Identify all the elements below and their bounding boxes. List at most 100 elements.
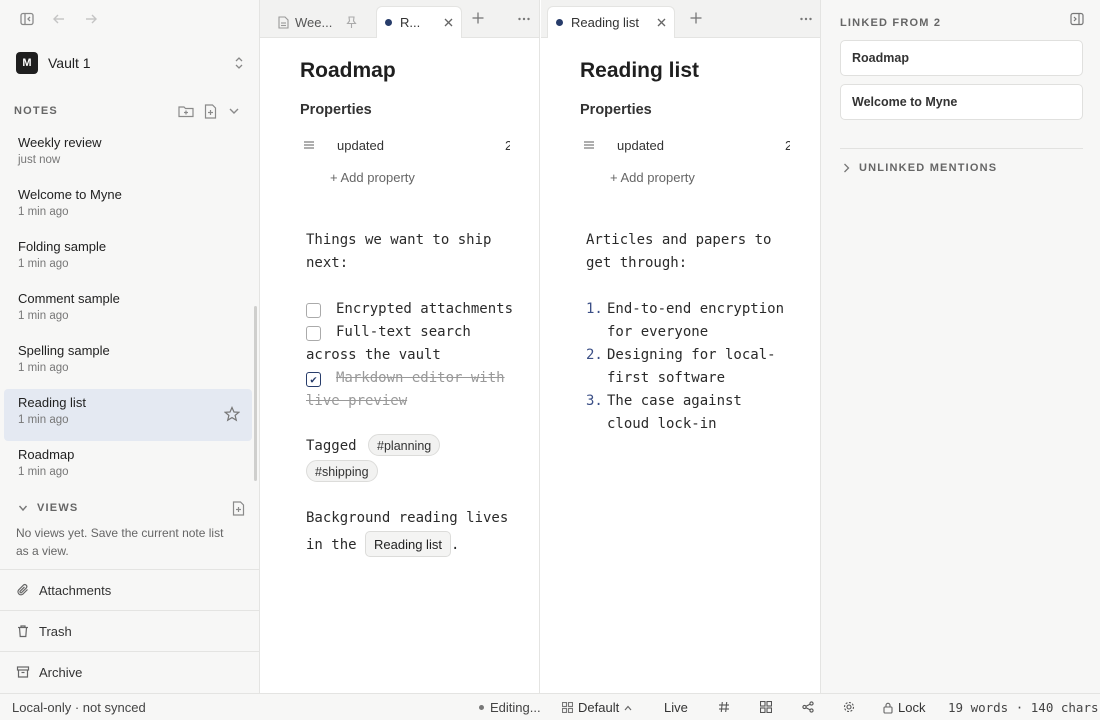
task-text: Markdown editor with live preview [306,370,505,409]
tag-chip-shipping[interactable]: #shipping [306,460,378,482]
back-arrow-icon[interactable] [48,9,70,29]
new-tab-plus-icon[interactable] [472,12,484,24]
chevron-down-icon[interactable] [226,103,242,119]
tab-reading-list[interactable]: Reading list [547,6,675,38]
grid-view-icon[interactable] [760,701,772,713]
new-note-icon[interactable] [202,103,218,119]
new-view-icon[interactable] [230,500,246,516]
views-actions [230,500,246,516]
new-tab-plus-icon[interactable] [690,12,702,24]
gear-icon[interactable] [843,701,855,713]
attachments-label: Attachments [39,582,112,598]
property-key: updated [337,137,384,153]
intro-paragraph: Articles and papers to get through: [586,232,772,271]
task-checkbox[interactable] [306,303,321,318]
note-title: Roadmap [18,447,75,462]
star-icon[interactable] [224,406,240,422]
note-meta: 1 min ago [18,466,69,478]
editor-pane-reading-list: Reading list Reading list Properties upd… [541,0,820,693]
list-item: 2. Designing for local-first software [586,344,791,390]
toggle-sidebar-icon[interactable] [16,9,38,29]
backlinks-panel: LINKED FROM 2 Roadmap Welcome to Myne UN… [820,0,1100,693]
lock-button[interactable]: Lock [883,700,925,715]
note-item-folding-sample[interactable]: Folding sample 1 min ago [4,233,252,285]
note-meta: 1 min ago [18,206,69,218]
notes-section-header: NOTES [14,100,246,122]
property-key: updated [617,137,664,153]
property-row-updated[interactable]: updated 2 [300,134,510,156]
note-item-weekly-review[interactable]: Weekly review just now [4,129,252,181]
tab-label: Reading list [571,15,639,30]
more-options-icon[interactable] [518,17,530,21]
properties-heading[interactable]: Properties [580,102,652,118]
outro-paragraph: Background reading lives in the Reading … [306,505,521,558]
tab-weekly-review[interactable]: Wee... [270,6,365,38]
list-number: 2. [586,347,603,363]
wikilink-reading-list[interactable]: Reading list [365,531,451,557]
sync-status: Local-only · not synced [12,700,146,715]
task-text: Full-text search across the vault [306,324,471,363]
tab-label: R... [400,15,421,30]
drag-handle-icon[interactable] [304,141,322,149]
properties-heading[interactable]: Properties [300,102,372,118]
note-body[interactable]: Things we want to ship next: Encrypted a… [306,229,521,558]
note-list-scrollbar[interactable] [254,306,257,481]
note-item-welcome[interactable]: Welcome to Myne 1 min ago [4,181,252,233]
forward-arrow-icon[interactable] [80,9,102,29]
unlinked-mentions-toggle[interactable]: UNLINKED MENTIONS [843,162,997,174]
note-item-roadmap[interactable]: Roadmap 1 min ago [4,441,252,493]
close-icon[interactable] [444,18,453,27]
notes-actions [178,103,242,119]
more-options-icon[interactable] [800,17,812,21]
attachments-link[interactable]: Attachments [0,569,259,610]
drag-handle-icon[interactable] [584,141,602,149]
paperclip-icon [16,583,30,597]
task-checkbox-checked[interactable]: ✔ [306,372,321,387]
trash-label: Trash [39,623,72,639]
add-property-button[interactable]: + Add property [610,170,695,185]
note-body[interactable]: Articles and papers to get through: 1. E… [586,229,791,436]
lock-icon [883,702,893,714]
note-item-spelling-sample[interactable]: Spelling sample 1 min ago [4,337,252,389]
hashtag-icon[interactable] [718,701,730,713]
note-title-heading[interactable]: Reading list [580,59,699,83]
tag-chip-planning[interactable]: #planning [368,434,441,456]
linked-from-header: LINKED FROM 2 [840,17,942,29]
layout-selector[interactable]: Default [562,700,632,715]
tab-bar: Reading list [541,0,820,38]
trash-link[interactable]: Trash [0,610,259,651]
note-item-comment-sample[interactable]: Comment sample 1 min ago [4,285,252,337]
tab-label: Wee... [295,14,333,30]
graph-share-icon[interactable] [802,701,814,713]
property-value[interactable]: 2 [505,138,510,153]
vault-switcher[interactable]: M Vault 1 [8,48,252,78]
pin-icon[interactable] [346,15,357,29]
new-folder-icon[interactable] [178,103,194,119]
task-item: ✔ Markdown editor with live preview [306,367,521,413]
live-mode-toggle[interactable]: Live [664,700,688,715]
add-property-button[interactable]: + Add property [330,170,415,185]
chevron-up-down-icon [234,56,244,70]
lock-label: Lock [898,700,926,715]
word-count: 19 words · 140 chars [948,700,1099,715]
views-section-header[interactable]: VIEWS [18,497,246,519]
archive-link[interactable]: Archive [0,651,259,692]
property-value[interactable]: 2 [785,138,790,153]
sidebar: M Vault 1 NOTES Weekly review just now W… [0,0,260,693]
backlink-card-roadmap[interactable]: Roadmap [840,40,1083,76]
close-icon[interactable] [657,18,666,27]
vault-avatar: M [16,52,38,74]
backlink-card-welcome[interactable]: Welcome to Myne [840,84,1083,120]
note-title-heading[interactable]: Roadmap [300,59,396,83]
note-item-reading-list[interactable]: Reading list 1 min ago [4,389,252,441]
task-checkbox[interactable] [306,326,321,341]
list-text: End-to-end encryption for everyone [607,301,785,340]
chevron-up-icon [624,705,632,711]
property-row-updated[interactable]: updated 2 [580,134,790,156]
note-title: Welcome to Myne [18,187,122,202]
collapse-panel-icon[interactable] [1070,12,1084,26]
archive-icon [16,665,30,679]
tab-roadmap[interactable]: R... [376,6,462,38]
unsaved-dot [556,19,563,26]
note-meta: 1 min ago [18,258,69,270]
